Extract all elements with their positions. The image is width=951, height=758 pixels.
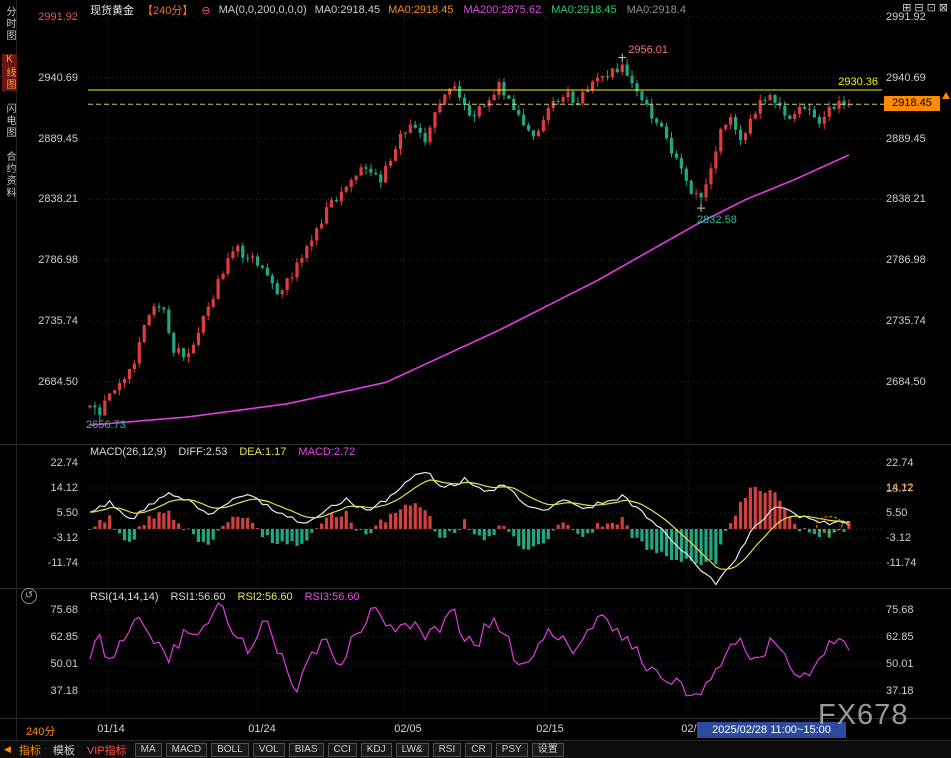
- macd-current-marker: 13.77: [886, 483, 914, 495]
- indicator-button-lw[interactable]: LW&: [396, 743, 429, 757]
- rsi2-value: RSI2:56.60: [238, 591, 293, 603]
- start-low-annotation: 2656.73: [86, 419, 126, 431]
- indicator-button-ma[interactable]: MA: [135, 743, 162, 757]
- macd-y-tick: -11.74: [28, 557, 78, 569]
- reset-zoom-icon[interactable]: ↺: [21, 588, 37, 604]
- rsi-y-tick: 75.68: [28, 604, 78, 616]
- rsi-y-tick: 75.68: [886, 604, 948, 616]
- indicator-button-kdj[interactable]: KDJ: [361, 743, 392, 757]
- macd-diff-value: DIFF:2.53: [178, 446, 227, 458]
- rsi-y-tick: 50.01: [886, 658, 948, 670]
- main-y-tick: 2684.50: [28, 376, 78, 388]
- main-y-tick: 2838.21: [28, 193, 78, 205]
- sidebar-item-3[interactable]: 合约资料: [2, 151, 17, 199]
- rsi-y-tick: 62.85: [28, 631, 78, 643]
- main-y-tick: 2991.92: [886, 11, 948, 23]
- watermark: FX678: [818, 699, 908, 732]
- macd-header: MACD(26,12,9) DIFF:2.53 DEA:1.17 MACD:2.…: [90, 446, 355, 458]
- sidebar-item-0[interactable]: 分时图: [2, 6, 17, 42]
- macd-macd-value: MACD:2.72: [298, 446, 355, 458]
- period-label: 【240分】: [142, 2, 193, 18]
- sidebar: 分时图 K线图闪电图合约资料: [0, 0, 16, 740]
- main-y-tick: 2735.74: [28, 315, 78, 327]
- macd-y-tick: 22.74: [28, 457, 78, 469]
- main-y-tick: 2684.50: [886, 376, 948, 388]
- symbol-title: 现货黄金: [90, 2, 134, 18]
- ma0-value: MA0:2918.45: [315, 4, 380, 16]
- macd-y-tick: -3.12: [28, 532, 78, 544]
- ma-value-1: MA200:2875.62: [464, 4, 542, 16]
- indicator-toolbar: ◀ 指标模板 VIP指标 MA MACD BOLL VOL BIAS CCI KDJ LW&RS…: [0, 740, 951, 758]
- rsi-y-tick: 50.01: [28, 658, 78, 670]
- main-y-tick: 2735.74: [886, 315, 948, 327]
- macd-title: MACD(26,12,9): [90, 446, 166, 458]
- indicator-button-cr[interactable]: CR: [465, 743, 491, 757]
- peak-price-annotation: 2956.01: [628, 44, 668, 56]
- rsi3-value: RSI3:56.60: [305, 591, 360, 603]
- indicator-buttons: MA MACD BOLL VOL BIAS CCI KDJ LW&RSICR PSY 设置: [135, 743, 564, 757]
- ma-value-0: MA0:2918.45: [388, 4, 453, 16]
- collapse-icon[interactable]: ⊖: [201, 4, 210, 17]
- rsi-y-tick: 37.18: [28, 685, 78, 697]
- rsi-y-tick: 62.85: [886, 631, 948, 643]
- rsi1-value: RSI1:56.60: [170, 591, 225, 603]
- main-y-tick: 2786.98: [886, 254, 948, 266]
- toolbar-back-icon[interactable]: ◀: [4, 744, 11, 755]
- main-y-tick: 2838.21: [886, 193, 948, 205]
- main-y-tick: 2786.98: [28, 254, 78, 266]
- main-y-tick: 2940.69: [886, 72, 948, 84]
- main-y-tick: 2991.92: [28, 11, 78, 23]
- indicator-button-boll[interactable]: BOLL: [211, 743, 249, 757]
- indicator-button-cci[interactable]: CCI: [328, 743, 357, 757]
- indicator-button-vol[interactable]: VOL: [253, 743, 285, 757]
- toolbar-tab-0[interactable]: 指标: [16, 742, 44, 758]
- trough-price-annotation: 2832.58: [697, 214, 737, 226]
- macd-y-tick: 14.12: [28, 482, 78, 494]
- main-y-tick: 2889.45: [886, 133, 948, 145]
- indicator-button-macd[interactable]: MACD: [166, 743, 207, 757]
- time-axis-label: 01/24: [240, 723, 284, 735]
- sidebar-item-2[interactable]: 闪电图: [2, 103, 17, 139]
- sidebar-item-1[interactable]: K线图: [2, 54, 17, 91]
- ma-settings-label: MA(0,0,200,0,0,0): [219, 4, 307, 16]
- chart-header: 现货黄金 【240分】 ⊖ MA(0,0,200,0,0,0) MA0:2918…: [90, 2, 686, 18]
- rsi-y-tick: 37.18: [886, 685, 948, 697]
- macd-dea-value: DEA:1.17: [239, 446, 286, 458]
- indicator-button-bias[interactable]: BIAS: [289, 743, 324, 757]
- macd-y-tick: -11.74: [886, 557, 948, 569]
- trading-terminal: 分时图 K线图闪电图合约资料 ↺ 现货黄金 【240分】 ⊖ MA(0,0,200…: [0, 0, 951, 758]
- time-axis-label: 01/14: [89, 723, 133, 735]
- toolbar-tab-2[interactable]: VIP指标: [84, 742, 130, 758]
- rsi-header: RSI(14,14,14) RSI1:56.60 RSI2:56.60 RSI3…: [90, 591, 360, 603]
- time-axis-label: 02/15: [528, 723, 572, 735]
- macd-y-tick: 5.50: [886, 507, 948, 519]
- toolbar-tabs: 指标模板 VIP指标: [16, 742, 130, 758]
- indicator-button-psy[interactable]: PSY: [496, 743, 528, 757]
- macd-y-tick: 22.74: [886, 457, 948, 469]
- ma-value-2: MA0:2918.45: [551, 4, 616, 16]
- ma-value-3: MA0:2918.4: [627, 4, 686, 16]
- indicator-button-[interactable]: 设置: [532, 743, 564, 757]
- rsi-title: RSI(14,14,14): [90, 591, 158, 603]
- last-price-arrow-icon: [942, 92, 950, 99]
- chart-canvas[interactable]: [0, 0, 951, 758]
- ma-values: MA0:2918.45 MA200:2875.62 MA0:2918.45 MA0:2…: [388, 4, 686, 16]
- indicator-button-rsi[interactable]: RSI: [433, 743, 462, 757]
- main-y-tick: 2940.69: [28, 72, 78, 84]
- last-price-marker: 2918.45: [884, 96, 940, 111]
- toolbar-tab-1[interactable]: 模板: [50, 742, 78, 758]
- hline-price-label: 2930.36: [818, 76, 878, 88]
- macd-y-tick: 5.50: [28, 507, 78, 519]
- macd-y-tick: -3.12: [886, 532, 948, 544]
- time-axis-label: 02/05: [386, 723, 430, 735]
- main-y-tick: 2889.45: [28, 133, 78, 145]
- timeframe-label[interactable]: 240分: [26, 723, 55, 739]
